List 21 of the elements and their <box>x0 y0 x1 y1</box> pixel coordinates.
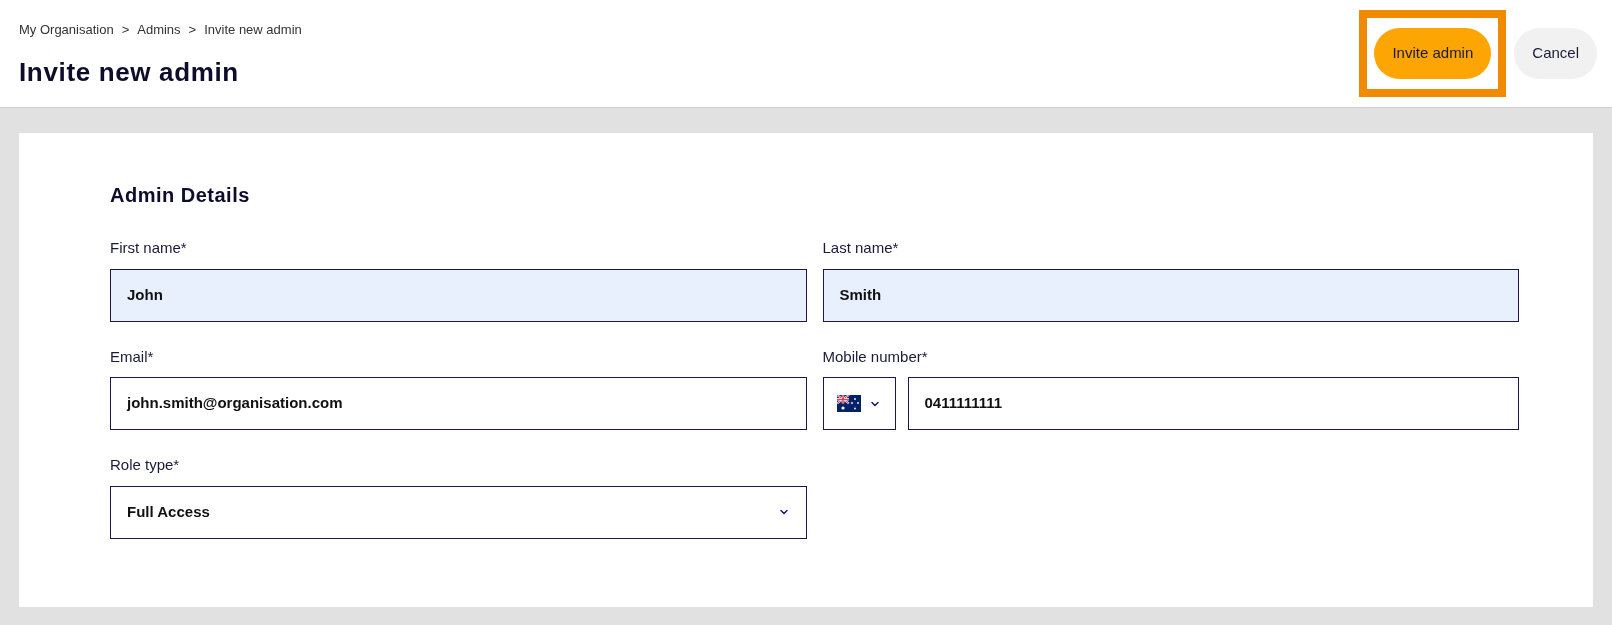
cancel-button[interactable]: Cancel <box>1514 28 1597 79</box>
field-label: Mobile number* <box>822 346 929 367</box>
field-label: Last name* <box>822 238 900 258</box>
breadcrumb-link[interactable]: My Organisation <box>19 20 114 40</box>
flag-icon <box>837 395 861 412</box>
text-field[interactable]: john.smith@organisation.com <box>110 377 807 430</box>
breadcrumb-link[interactable]: Admins <box>137 20 181 40</box>
page-title: Invite new admin <box>19 55 240 89</box>
role-select[interactable]: Full Access <box>110 485 807 539</box>
field-label: Role type* <box>110 455 181 475</box>
invite-button[interactable]: Invite admin <box>1374 28 1492 79</box>
breadcrumb-separator: > <box>121 21 130 39</box>
text-field[interactable]: Smith <box>822 268 1519 322</box>
phone-field[interactable]: 0411111111 <box>907 377 1519 430</box>
breadcrumb-link[interactable]: Invite new admin <box>204 20 302 40</box>
breadcrumb-separator: > <box>188 21 197 39</box>
country-select[interactable] <box>822 377 896 430</box>
field-label: First name* <box>110 238 188 258</box>
text-field[interactable]: John <box>110 268 807 322</box>
field-label: Email* <box>110 346 155 367</box>
section-title: Admin Details <box>110 183 251 208</box>
